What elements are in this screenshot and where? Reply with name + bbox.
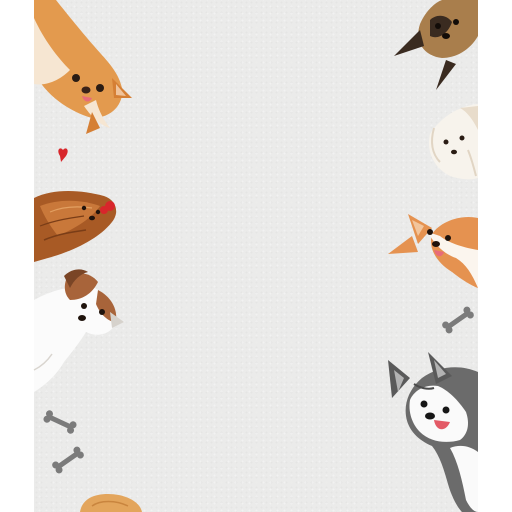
jack-russell-dog: [33, 269, 124, 392]
yorkshire-dog: [34, 191, 117, 262]
bone: [43, 410, 77, 434]
canvas: [0, 0, 512, 512]
golden-dog: [80, 494, 142, 512]
heart: [58, 148, 68, 162]
dog-illustrations: [33, 0, 478, 512]
bone: [52, 446, 84, 474]
husky-dog: [388, 352, 478, 512]
maltese-dog: [428, 104, 478, 180]
shiba-dog: [34, 0, 132, 134]
bone: [442, 306, 474, 334]
corgi-dog: [388, 214, 478, 288]
german-shepherd-dog: [394, 0, 478, 90]
